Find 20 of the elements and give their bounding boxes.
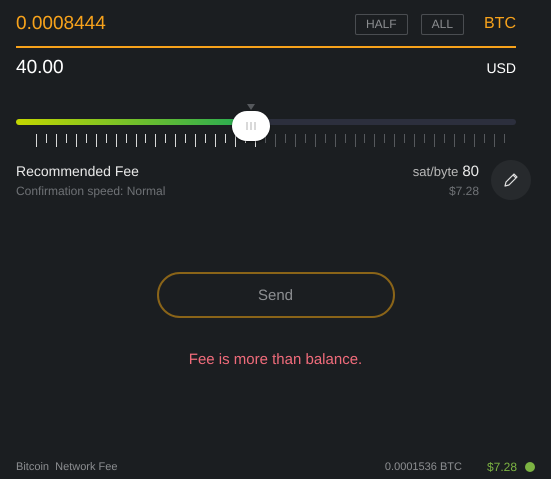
- fee-subtitle: Confirmation speed: Normal: [16, 184, 166, 198]
- footer-label: Bitcoin Network Fee: [16, 461, 118, 473]
- error-message: Fee is more than balance.: [188, 351, 362, 368]
- fee-title: Recommended Fee: [16, 162, 140, 178]
- fiat-amount[interactable]: 40.00: [16, 57, 64, 79]
- fee-slider[interactable]: [16, 119, 516, 125]
- send-button[interactable]: Send: [156, 272, 394, 318]
- rate-value: 80: [462, 162, 479, 180]
- amount-input[interactable]: 0.0008444: [16, 13, 106, 35]
- amount-preset-button[interactable]: ALL: [420, 14, 464, 34]
- edit-button[interactable]: [491, 160, 531, 200]
- currency-unit: BTC: [484, 15, 516, 33]
- fee-fiat: $7.28: [448, 184, 479, 198]
- pencil-icon: [503, 172, 519, 188]
- fiat-unit: USD: [486, 60, 516, 76]
- amount-preset-button[interactable]: HALF: [354, 14, 408, 34]
- slider-handle[interactable]: [232, 111, 270, 141]
- footer-fiat: $7.28: [486, 460, 517, 474]
- footer-btc: 0.0001536 BTC: [384, 461, 462, 473]
- rate-label: sat/byte: [412, 164, 458, 178]
